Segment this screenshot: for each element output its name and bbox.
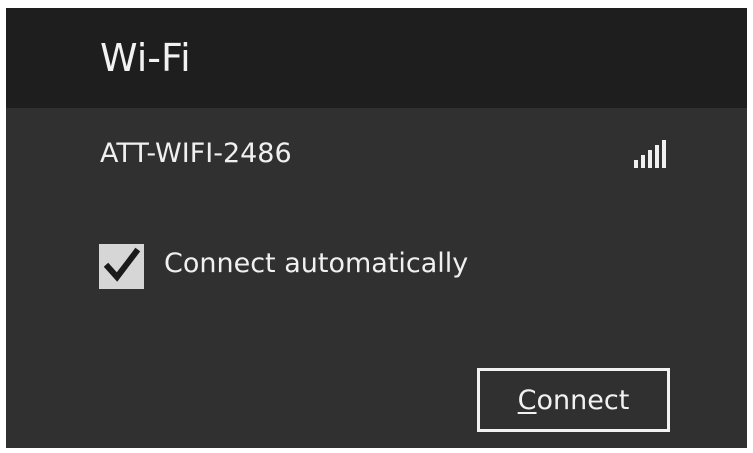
wifi-flyout-panel: Wi-Fi ATT-WIFI-2486 Connect automaticall…: [6, 8, 747, 448]
connect-automatically-label[interactable]: Connect automatically: [164, 248, 468, 279]
signal-bar-1: [634, 160, 638, 168]
signal-bar-3: [648, 150, 652, 168]
flyout-title: Wi-Fi: [100, 36, 191, 80]
connect-button-label: onnect: [536, 384, 630, 416]
network-name[interactable]: ATT-WIFI-2486: [100, 138, 292, 169]
connect-button-accelerator: C: [517, 384, 537, 416]
connect-button[interactable]: Connect: [477, 368, 670, 432]
signal-bar-2: [641, 155, 645, 168]
signal-bar-5: [662, 140, 666, 168]
wifi-signal-bars-icon: [626, 132, 676, 172]
connect-automatically-checkbox[interactable]: [99, 244, 144, 289]
flyout-header: Wi-Fi: [6, 8, 747, 108]
signal-bar-4: [655, 145, 659, 168]
checkmark-icon: [103, 247, 141, 282]
signal-bars-graphic: [634, 140, 666, 168]
